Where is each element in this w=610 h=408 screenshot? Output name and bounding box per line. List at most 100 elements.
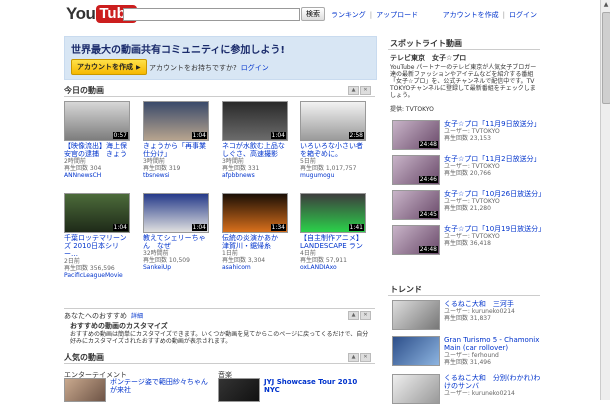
video-user[interactable]: tbsnewsi: [143, 172, 209, 179]
scrollbar[interactable]: ▲: [600, 0, 610, 400]
nav-upload-link[interactable]: アップロード: [376, 11, 418, 19]
spotlight-thumbnail[interactable]: 24:48: [392, 225, 440, 255]
video-duration: 0:57: [112, 132, 128, 139]
logo-you-text: You: [66, 4, 96, 23]
video-duration: 2:58: [348, 132, 364, 139]
spotlight-subtitle: テレビ東京 女子☆プロ: [390, 54, 467, 62]
close-icon[interactable]: ✕: [360, 353, 371, 362]
spotlight-thumbnail[interactable]: 24:45: [392, 190, 440, 220]
create-account-button[interactable]: アカウントを作成 ▶: [71, 59, 147, 75]
spotlight-video-title[interactable]: 女子☆プロ「11月9日放送分」: [444, 120, 544, 128]
video-views: 再生回数 3,304: [222, 257, 266, 264]
recommend-title-text: あなたへのおすすめ: [64, 312, 127, 320]
create-account-label: アカウントを作成: [77, 63, 133, 71]
popular-controls: ▲ ✕: [348, 353, 371, 362]
trend-video-title[interactable]: くるねこ大和 分別(わかれ)わけのサンバ: [444, 374, 544, 390]
video-title[interactable]: 伝統の炎演かあか 津賀川・鋸帰糸: [222, 234, 288, 250]
nav-ranking-link[interactable]: ランキング: [331, 11, 366, 19]
video-duration: 1:41: [348, 224, 364, 231]
video-duration: 24:45: [418, 211, 438, 218]
video-item[interactable]: 1:04 ネコが水飲む上品なしぐさ、高速撮影 3時間前 再生回数 331 afpbbne…: [222, 101, 288, 179]
video-user[interactable]: PacificLeagueMovie: [64, 272, 130, 279]
trend-views: 再生回数 31,837: [444, 315, 491, 322]
video-time: 4日前: [300, 250, 316, 257]
banner-login-link[interactable]: ログイン: [241, 64, 269, 72]
close-icon[interactable]: ✕: [360, 86, 371, 95]
video-item[interactable]: 1:34 伝統の炎演かあか 津賀川・鋸帰糸 1日前 再生回数 3,304 asahico…: [222, 193, 288, 271]
recommend-detail-link[interactable]: 詳細: [131, 313, 143, 320]
video-item[interactable]: 0:57 【映像流出】海上保安官の逮捕 きょう 2時間前 再生回数 304 ANNnew…: [64, 101, 130, 179]
video-user[interactable]: SankeiUp: [143, 264, 209, 271]
collapse-icon[interactable]: ▲: [348, 353, 359, 362]
popular-video-thumbnail[interactable]: [64, 378, 106, 402]
video-title[interactable]: ネコが水飲む上品なしぐさ、高速撮影: [222, 142, 288, 158]
video-thumbnail[interactable]: 1:34: [222, 193, 288, 233]
trend-video-title[interactable]: Gran Turismo 5 - Chamonix Main (car roll…: [444, 336, 544, 352]
trend-thumbnail[interactable]: [392, 336, 440, 366]
trend-user: ユーザー: kuruneko0214: [444, 308, 515, 315]
trend-thumbnail[interactable]: [392, 300, 440, 330]
scroll-up-arrow-icon[interactable]: ▲: [601, 0, 610, 10]
trend-item[interactable]: くるねこ大和 分別(わかれ)わけのサンバ ユーザー: kuruneko0214: [390, 374, 540, 408]
popular-video-thumbnail[interactable]: [218, 378, 260, 402]
video-user[interactable]: afpbbnews: [222, 172, 288, 179]
video-thumbnail[interactable]: 1:04: [222, 101, 288, 141]
spotlight-thumbnail[interactable]: 24:48: [392, 120, 440, 150]
spotlight-user: ユーザー: TVTOKYO: [444, 128, 500, 135]
trend-item[interactable]: Gran Turismo 5 - Chamonix Main (car roll…: [390, 336, 540, 370]
spotlight-thumbnail[interactable]: 24:46: [392, 155, 440, 185]
video-thumbnail[interactable]: 0:57: [64, 101, 130, 141]
banner-title: 世界最大の動画共有コミュニティに参加しよう!: [71, 45, 285, 56]
video-title[interactable]: 千葉ロッテマリーンズ 2010日本シリー…: [64, 234, 130, 258]
video-title[interactable]: 教えてシェリーちゃん なぜ: [143, 234, 209, 250]
collapse-icon[interactable]: ▲: [348, 86, 359, 95]
user-links: アカウントを作成 | ログイン: [442, 11, 537, 19]
video-title[interactable]: 【自主制作アニメ】LANDESCAPE ラン: [300, 234, 366, 250]
video-item[interactable]: 1:41 【自主制作アニメ】LANDESCAPE ラン 4日前 再生回数 57,911…: [300, 193, 366, 271]
video-title[interactable]: きょうから「再事業仕分け」: [143, 142, 209, 158]
trend-info: くるねこ大和 三河手 ユーザー: kuruneko0214 再生回数 31,837: [444, 300, 544, 322]
spotlight-item[interactable]: 24:48 女子☆プロ「10月19日放送分」 ユーザー: TVTOKYO 再生回数 3…: [390, 225, 545, 259]
popular-video-title[interactable]: ボンテージ姿で範田紗々ちゃん が来社: [110, 378, 210, 394]
search-input[interactable]: [123, 8, 300, 21]
search-button[interactable]: 検索: [301, 7, 325, 21]
video-thumbnail[interactable]: 1:41: [300, 193, 366, 233]
video-time: 5日前: [300, 158, 316, 165]
popular-video-title[interactable]: JYJ Showcase Tour 2010 NYC: [264, 378, 368, 394]
spotlight-info: 女子☆プロ「10月19日放送分」 ユーザー: TVTOKYO 再生回数 36,418: [444, 225, 545, 247]
video-thumbnail[interactable]: 1:04: [64, 193, 130, 233]
spotlight-item[interactable]: 24:45 女子☆プロ「10月26日放送分」 ユーザー: TVTOKYO 再生回数 2…: [390, 190, 545, 224]
video-time: 3時間前: [222, 158, 244, 165]
spotlight-item[interactable]: 24:46 女子☆プロ「11月2日放送分」 ユーザー: TVTOKYO 再生回数 20…: [390, 155, 541, 189]
spotlight-video-title[interactable]: 女子☆プロ「10月19日放送分」: [444, 225, 545, 233]
spotlight-user: ユーザー: TVTOKYO: [444, 163, 500, 170]
video-item[interactable]: 1:04 教えてシェリーちゃん なぜ 32時間前 再生回数 10,509 SankeiU…: [143, 193, 209, 271]
trend-item[interactable]: くるねこ大和 三河手 ユーザー: kuruneko0214 再生回数 31,837: [390, 300, 540, 334]
video-user[interactable]: ANNnewsCH: [64, 172, 130, 179]
video-user[interactable]: asahicom: [222, 264, 288, 271]
video-thumbnail[interactable]: 1:04: [143, 101, 209, 141]
video-title[interactable]: 【映像流出】海上保安官の逮捕 きょう: [64, 142, 130, 158]
collapse-icon[interactable]: ▲: [348, 311, 359, 320]
scroll-thumb[interactable]: [602, 12, 610, 104]
video-title[interactable]: いろいろな小さい者を箱ぞめに。: [300, 142, 366, 158]
trend-video-title[interactable]: くるねこ大和 三河手: [444, 300, 544, 308]
spotlight-video-title[interactable]: 女子☆プロ「10月26日放送分」: [444, 190, 545, 198]
video-user[interactable]: mugumogu: [300, 172, 366, 179]
close-icon[interactable]: ✕: [360, 311, 371, 320]
login-link[interactable]: ログイン: [509, 11, 537, 19]
video-item[interactable]: 2:58 いろいろな小さい者を箱ぞめに。 5日前 再生回数 1,017,757 mugu…: [300, 101, 366, 179]
spotlight-video-title[interactable]: 女子☆プロ「11月2日放送分」: [444, 155, 544, 163]
video-views: 再生回数 319: [143, 165, 181, 172]
video-item[interactable]: 1:04 千葉ロッテマリーンズ 2010日本シリー… 2日前 再生回数 356,596…: [64, 193, 130, 279]
video-thumbnail[interactable]: 2:58: [300, 101, 366, 141]
video-duration: 1:34: [270, 224, 286, 231]
today-controls: ▲ ✕: [348, 86, 371, 95]
create-account-link[interactable]: アカウントを作成: [443, 11, 499, 19]
video-user[interactable]: oxLANDIAxo: [300, 264, 366, 271]
video-duration: 24:48: [418, 246, 438, 253]
spotlight-item[interactable]: 24:48 女子☆プロ「11月9日放送分」 ユーザー: TVTOKYO 再生回数 23…: [390, 120, 541, 154]
video-item[interactable]: 1:04 きょうから「再事業仕分け」 3時間前 再生回数 319 tbsnewsi: [143, 101, 209, 179]
recommend-controls: ▲ ✕: [348, 311, 371, 320]
video-thumbnail[interactable]: 1:04: [143, 193, 209, 233]
